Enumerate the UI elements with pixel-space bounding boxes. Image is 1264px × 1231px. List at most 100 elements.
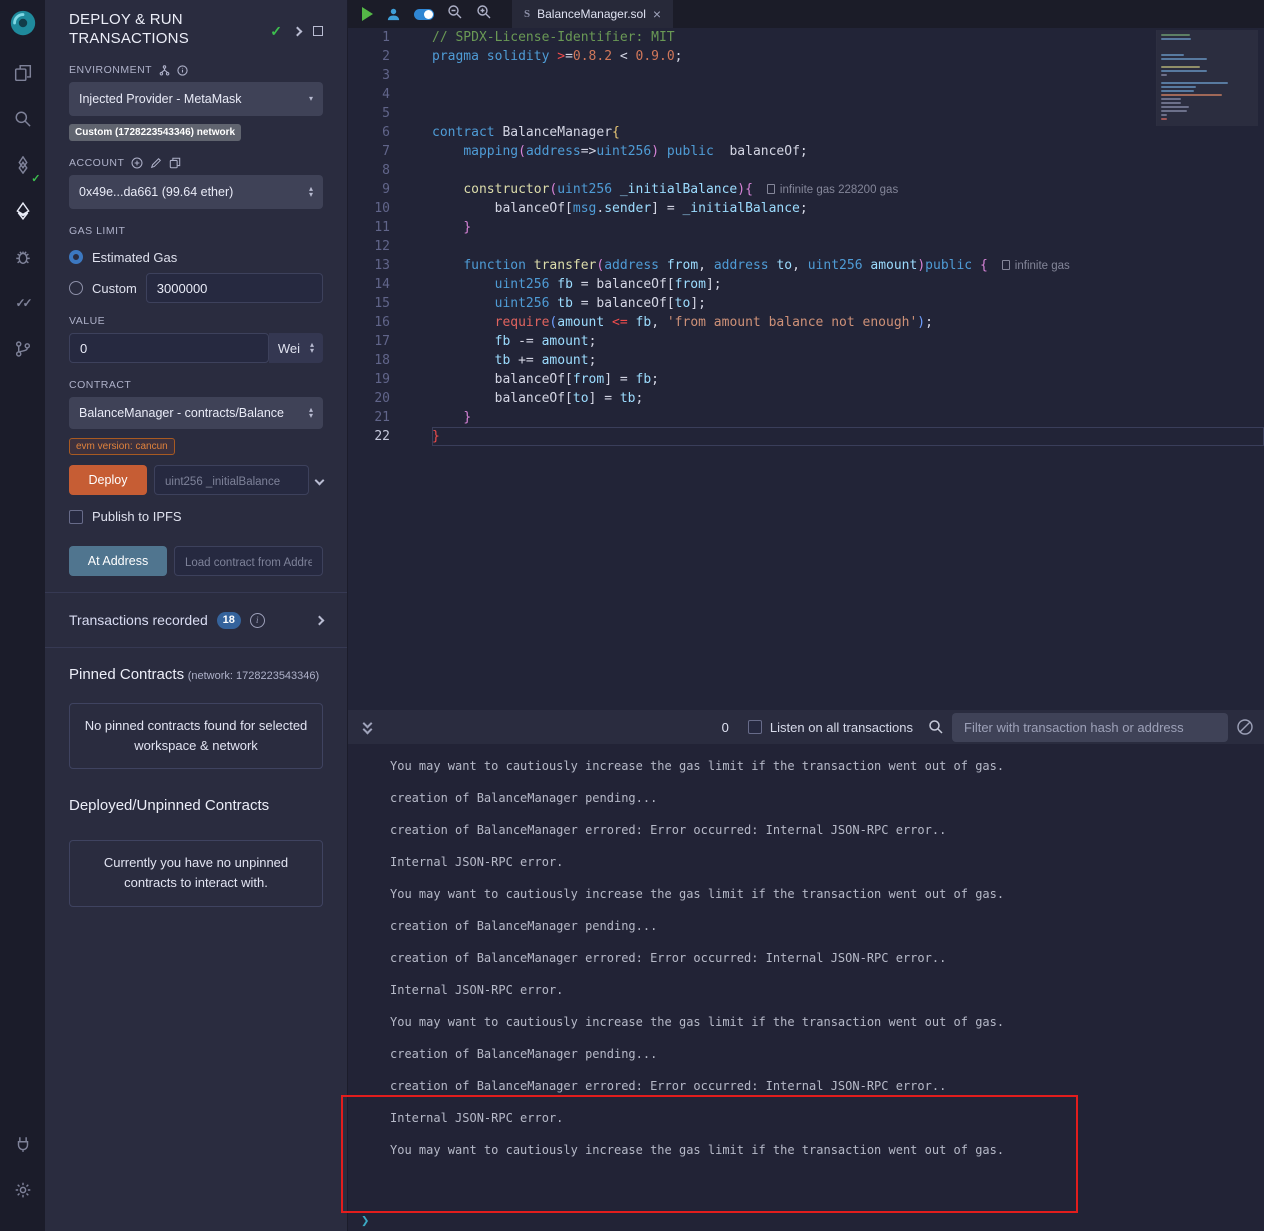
transactions-recorded-row[interactable]: Transactions recorded 18 i	[45, 592, 347, 648]
deploy-param-input[interactable]	[154, 465, 309, 495]
line-number[interactable]: 19	[348, 370, 405, 389]
deployed-contracts-heading: Deployed/Unpinned Contracts	[69, 797, 270, 815]
deploy-run-icon[interactable]	[8, 196, 38, 226]
line-number[interactable]: 14	[348, 275, 405, 294]
transaction-filter-input[interactable]	[952, 712, 1228, 742]
code-line[interactable]	[432, 85, 1264, 104]
line-number[interactable]: 10	[348, 199, 405, 218]
solidity-compiler-icon[interactable]: ✓	[8, 150, 41, 185]
assistant-person-icon[interactable]	[386, 7, 401, 22]
line-number[interactable]: 17	[348, 332, 405, 351]
line-number[interactable]: 15	[348, 294, 405, 313]
code-line[interactable]	[432, 161, 1264, 180]
git-icon[interactable]	[8, 334, 38, 364]
deploy-button[interactable]: Deploy	[69, 465, 147, 495]
line-number[interactable]: 9	[348, 180, 405, 199]
line-number[interactable]: 18	[348, 351, 405, 370]
line-number[interactable]: 11	[348, 218, 405, 237]
line-number[interactable]: 4	[348, 85, 405, 104]
line-number[interactable]: 12	[348, 237, 405, 256]
line-number[interactable]: 13	[348, 256, 405, 275]
search-icon[interactable]	[8, 104, 38, 134]
account-select[interactable]: 0x49e...da661 (99.64 ether) ▴ ▾	[69, 175, 323, 209]
gas-custom-radio[interactable]	[69, 281, 83, 295]
at-address-button[interactable]: At Address	[69, 546, 167, 576]
minimap[interactable]	[1156, 30, 1258, 126]
line-number[interactable]: 5	[348, 104, 405, 123]
add-account-icon[interactable]	[131, 157, 143, 169]
line-number[interactable]: 8	[348, 161, 405, 180]
run-script-play-icon[interactable]	[362, 7, 373, 21]
copy-account-icon[interactable]	[169, 157, 181, 169]
chevron-down-icon: ▾	[308, 94, 313, 103]
terminal-search-icon[interactable]	[928, 719, 944, 735]
code-line[interactable]: mapping(address=>uint256) public balance…	[432, 142, 1264, 161]
transactions-chevron-icon[interactable]	[314, 615, 325, 625]
pin-panel-icon[interactable]	[313, 26, 323, 36]
code-line[interactable]: contract BalanceManager{	[432, 123, 1264, 142]
code-line[interactable]: fb -= amount;	[432, 332, 1264, 351]
listen-all-checkbox[interactable]	[747, 720, 762, 734]
deploy-expand-icon[interactable]	[314, 475, 325, 485]
gas-limit-label: GAS LIMIT	[69, 225, 126, 237]
panel-collapse-icon[interactable]	[292, 26, 303, 36]
line-number[interactable]: 22	[348, 427, 405, 446]
line-number[interactable]: 20	[348, 389, 405, 408]
code-line[interactable]: constructor(uint256 _initialBalance){inf…	[432, 180, 1264, 199]
contract-select[interactable]: BalanceManager - contracts/Balance ▴ ▾	[69, 397, 323, 429]
transactions-info-icon[interactable]: i	[249, 612, 265, 628]
clear-console-icon[interactable]	[1236, 718, 1254, 736]
code-line[interactable]: // SPDX-License-Identifier: MIT	[432, 28, 1264, 47]
edit-account-icon[interactable]	[150, 157, 162, 169]
terminal-collapse-icon[interactable]	[362, 718, 376, 735]
code-line[interactable]	[432, 237, 1264, 256]
tab-balancemanager-sol[interactable]: S BalanceManager.sol ×	[512, 0, 674, 28]
line-number[interactable]: 2	[348, 47, 405, 66]
code-line[interactable]: tb += amount;	[432, 351, 1264, 370]
code-line[interactable]: }	[432, 218, 1264, 237]
environment-select[interactable]: Injected Provider - MetaMask ▾	[69, 82, 323, 116]
code-line[interactable]: uint256 tb = balanceOf[to];	[432, 294, 1264, 313]
environment-fork-icon[interactable]	[159, 64, 170, 76]
code-line[interactable]: require(amount <= fb, 'from amount balan…	[432, 313, 1264, 332]
publish-ipfs-checkbox[interactable]	[69, 509, 83, 524]
environment-info-icon[interactable]	[177, 64, 188, 76]
terminal-log-line: You may want to cautiously increase the …	[390, 759, 1005, 773]
gas-estimated-radio[interactable]	[69, 250, 83, 264]
debugger-icon[interactable]	[8, 242, 38, 272]
value-input[interactable]	[69, 333, 269, 363]
panel-check-icon[interactable]: ✓	[270, 23, 282, 40]
value-unit-select[interactable]: Wei ▴ ▾	[268, 333, 323, 363]
at-address-input[interactable]	[174, 546, 323, 576]
code-line[interactable]	[432, 66, 1264, 85]
line-number[interactable]: 3	[348, 66, 405, 85]
code-line[interactable]	[432, 104, 1264, 123]
code-line[interactable]: }	[432, 427, 1264, 446]
plugin-manager-icon[interactable]	[8, 1129, 38, 1159]
minimap-slider[interactable]	[1157, 30, 1258, 126]
remix-logo-icon[interactable]	[8, 8, 38, 38]
line-number[interactable]: 16	[348, 313, 405, 332]
line-number[interactable]: 7	[348, 142, 405, 161]
file-explorer-icon[interactable]	[8, 58, 38, 88]
code-line[interactable]: }	[432, 408, 1264, 427]
line-number[interactable]: 6	[348, 123, 405, 142]
settings-gear-icon[interactable]	[8, 1175, 38, 1205]
code-editor[interactable]: 1 2 3 4 5 6 7 8 9 10 11 12 13 14 15 16 17 18 19 20 21 22 // S…	[348, 28, 1264, 710]
code-line[interactable]: balanceOf[msg.sender] = _initialBalance;	[432, 199, 1264, 218]
terminal-prompt-icon[interactable]: ❯	[361, 1213, 369, 1229]
code-line[interactable]: balanceOf[from] = fb;	[432, 370, 1264, 389]
zoom-out-icon[interactable]	[447, 4, 463, 25]
value-label: VALUE	[69, 315, 106, 327]
code-line[interactable]: pragma solidity >=0.8.2 < 0.9.0;	[432, 47, 1264, 66]
toggle-on-icon[interactable]	[414, 8, 434, 20]
zoom-in-icon[interactable]	[476, 4, 492, 25]
line-number[interactable]: 21	[348, 408, 405, 427]
tab-close-icon[interactable]: ×	[653, 6, 661, 22]
code-line[interactable]: function transfer(address from, address …	[432, 256, 1264, 275]
unit-testing-icon[interactable]: ✓✓	[8, 288, 38, 318]
code-line[interactable]: balanceOf[to] = tb;	[432, 389, 1264, 408]
line-number[interactable]: 1	[348, 28, 405, 47]
code-line[interactable]: uint256 fb = balanceOf[from];	[432, 275, 1264, 294]
gas-custom-input[interactable]	[145, 273, 323, 303]
